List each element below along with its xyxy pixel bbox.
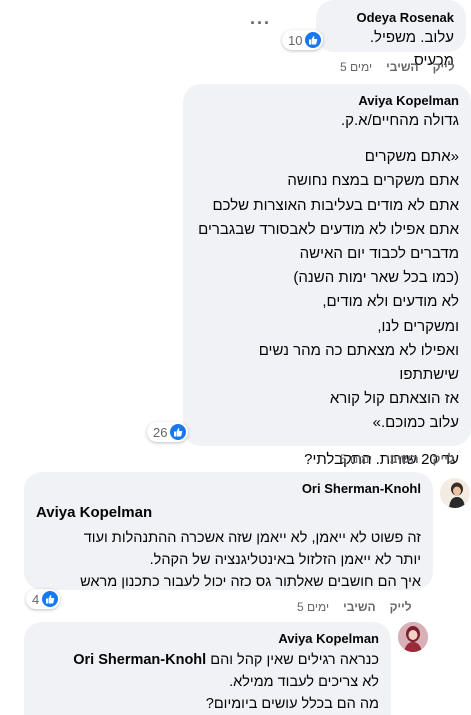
like-thumb-icon <box>305 32 322 48</box>
comment-bubble: Odeya Rosenak עלוב. משפיל. מכעיס. <box>316 0 466 69</box>
mention-link[interactable]: Ori Sherman-Knohl <box>73 652 206 668</box>
mention-link[interactable]: Aviya Kopelman <box>36 503 421 523</box>
comment-line: גדולה מהחיים/א.ק. <box>341 112 459 129</box>
comment-actions: 5 ימים השיבי לייק <box>340 60 455 74</box>
comment-line: ואפילו לא מצאתם כה מהר נשים <box>258 341 459 359</box>
comment-line <box>195 436 459 448</box>
comment-author[interactable]: Aviya Kopelman <box>195 93 459 109</box>
avatar-image <box>440 478 470 508</box>
comment-line: זה פשוט לא ייאמן, לא ייאמן שזה אשכרה ההת… <box>83 530 421 546</box>
comment-line: «אתם משקרים <box>364 148 459 166</box>
comment-time[interactable]: 5 ימים <box>340 60 372 74</box>
reply-button[interactable]: השיבי <box>386 452 418 466</box>
comment-author[interactable]: Aviya Kopelman <box>36 631 379 647</box>
comment-line: מדברים לכבוד יום האישה <box>299 245 459 263</box>
comment-author[interactable]: Ori Sherman-Knohl <box>36 481 421 497</box>
comment-time[interactable]: 5 ימים <box>340 452 372 466</box>
comment-line: ומשקרים לנו, <box>377 317 459 335</box>
reply-button[interactable]: השיבי <box>343 600 375 614</box>
like-button[interactable]: לייק <box>433 60 455 74</box>
reaction-count[interactable]: 26 <box>147 422 189 442</box>
comment-text: זה פשוט לא ייאמן, לא ייאמן שזה אשכרה ההת… <box>36 527 421 593</box>
like-button[interactable]: לייק <box>433 452 455 466</box>
comment-line: אתם משקרים במצח נחושה <box>287 172 459 190</box>
reply-button[interactable]: השיבי <box>386 60 418 74</box>
comment-actions: 5 ימים השיבי לייק <box>340 452 455 466</box>
like-thumb-icon <box>170 424 187 440</box>
comment-line: אז הוצאתם קול קורא <box>329 390 459 408</box>
reaction-count[interactable]: 4 <box>26 589 61 609</box>
comment-line: כנראה רגילים שאין קהל והם Ori Sherman-Kn… <box>36 649 379 671</box>
comment-line: שישתתפו <box>399 366 459 384</box>
reaction-number: 10 <box>288 32 303 48</box>
comment-line: מה הם בכלל עושים ביומיום? <box>205 696 379 712</box>
comment-text: כנראה רגילים שאין קהל והם Ori Sherman-Kn… <box>36 649 379 715</box>
comment-time[interactable]: 5 ימים <box>297 600 329 614</box>
reaction-count[interactable]: 10 <box>282 30 324 50</box>
comment-bubble: Aviya Kopelman כנראה רגילים שאין קהל והם… <box>24 622 391 715</box>
reaction-number: 4 <box>32 591 40 607</box>
comment-line: איך הם חושבים שאלתור גס כזה יכול לעבור כ… <box>80 574 421 590</box>
comment-line: אתם לא מודים בעליבות האוצרות שלכם <box>212 196 459 214</box>
comment-bubble: Aviya Kopelman גדולה מהחיים/א.ק. «אתם מש… <box>183 84 471 468</box>
comment-line: לא מודעים ולא מודים, <box>322 293 459 311</box>
comment-bubble: Ori Sherman-Knohl Aviya Kopelman זה פשוט… <box>24 472 433 590</box>
comment-line: עלוב כמוכם.» <box>372 414 459 432</box>
comment-line-rest: כנראה רגילים שאין קהל והם <box>210 652 379 668</box>
comment-author[interactable]: Odeya Rosenak <box>328 10 454 26</box>
comment-actions: 5 ימים השיבי לייק <box>297 600 412 614</box>
comment-line <box>195 133 459 145</box>
like-button[interactable]: לייק <box>390 600 412 614</box>
reaction-number: 26 <box>153 424 168 440</box>
comment-line: אתם אפילו לא מודעים לאבסורד שבגברים <box>198 220 459 238</box>
avatar-image <box>398 622 428 652</box>
comment-text: גדולה מהחיים/א.ק. «אתם משקרים אתם משקרים… <box>195 109 459 472</box>
comment-line: (כמו בכל שאר ימות השנה) <box>293 269 459 287</box>
avatar[interactable] <box>398 622 428 652</box>
avatar[interactable] <box>440 478 470 508</box>
comment-line: לא צריכים לעבוד ממילא. <box>229 674 379 690</box>
more-options-icon[interactable]: ··· <box>250 13 271 34</box>
comment-line: יותר לא ייאמן הזלזול באינטליגנציה של הקה… <box>149 552 421 568</box>
like-thumb-icon <box>42 591 59 607</box>
